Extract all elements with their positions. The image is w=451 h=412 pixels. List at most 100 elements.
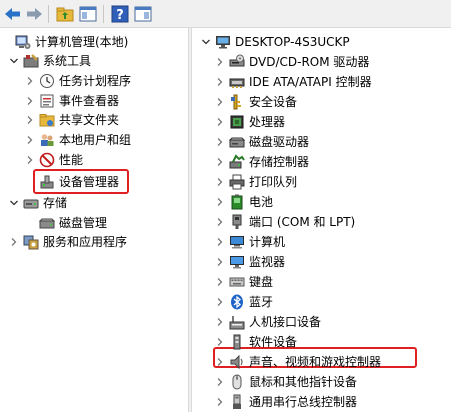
forward-button[interactable] bbox=[24, 4, 44, 24]
security-device-icon bbox=[229, 94, 245, 110]
expander-toggle[interactable] bbox=[214, 252, 226, 272]
expander-toggle[interactable] bbox=[214, 392, 226, 412]
expander-toggle[interactable] bbox=[200, 32, 212, 52]
expander-toggle[interactable] bbox=[24, 91, 36, 111]
right-tree-item[interactable]: 声音、视频和游戏控制器 bbox=[214, 352, 381, 372]
left-tree-item[interactable]: 服务和应用程序 bbox=[8, 232, 127, 252]
expander-toggle[interactable] bbox=[214, 172, 226, 192]
right-tree-item[interactable]: 端口 (COM 和 LPT) bbox=[214, 212, 355, 232]
right-tree-item[interactable]: 软件设备 bbox=[214, 332, 297, 352]
tree-item-label: 通用串行总线控制器 bbox=[249, 395, 358, 409]
expander-toggle[interactable] bbox=[214, 72, 226, 92]
right-tree-item[interactable]: 电池 bbox=[214, 192, 273, 212]
up-folder-button[interactable] bbox=[55, 4, 75, 24]
chevron-right-icon bbox=[217, 238, 223, 246]
expander-toggle[interactable] bbox=[24, 71, 36, 91]
console-tree-icon bbox=[79, 6, 97, 22]
expander-toggle[interactable] bbox=[214, 332, 226, 352]
right-tree-item[interactable]: 监视器 bbox=[214, 252, 285, 272]
left-tree-item[interactable]: 存储 bbox=[8, 193, 67, 213]
bluetooth-icon bbox=[229, 294, 245, 310]
expander-toggle[interactable] bbox=[8, 193, 20, 213]
expander-toggle[interactable] bbox=[214, 352, 226, 372]
right-tree-item[interactable]: DVD/CD-ROM 驱动器 bbox=[214, 52, 369, 72]
left-tree-item[interactable]: 系统工具 bbox=[8, 51, 91, 71]
expander-toggle[interactable] bbox=[214, 372, 226, 392]
show-hide-action-pane-button[interactable] bbox=[133, 4, 153, 24]
back-button[interactable] bbox=[3, 4, 23, 24]
tree-item-label: 存储 bbox=[43, 196, 68, 210]
storage-controller-icon bbox=[229, 154, 245, 170]
back-arrow-icon bbox=[5, 8, 20, 20]
chevron-right-icon bbox=[217, 118, 223, 126]
tree-item-label: 服务和应用程序 bbox=[43, 235, 128, 249]
chevron-right-icon bbox=[217, 338, 223, 346]
battery-icon bbox=[229, 194, 245, 210]
right-tree-item[interactable]: 通用串行总线控制器 bbox=[214, 392, 357, 412]
chevron-right-icon bbox=[217, 278, 223, 286]
expander-toggle[interactable] bbox=[214, 192, 226, 212]
expander-toggle[interactable] bbox=[214, 232, 226, 252]
expander-toggle[interactable] bbox=[214, 312, 226, 332]
right-tree-item[interactable]: 安全设备 bbox=[214, 92, 297, 112]
expander-toggle[interactable] bbox=[214, 92, 226, 112]
chevron-right-icon bbox=[217, 178, 223, 186]
chevron-right-icon bbox=[27, 136, 33, 144]
right-tree-item[interactable]: IDE ATA/ATAPI 控制器 bbox=[214, 72, 372, 92]
device-tree-pane[interactable]: DESKTOP-4S3UCKP DVD/CD-ROM 驱动器 IDE ATA/ATA… bbox=[192, 28, 451, 412]
expander-toggle[interactable] bbox=[214, 272, 226, 292]
left-tree-item[interactable]: 磁盘管理 bbox=[24, 213, 107, 233]
right-tree-item[interactable]: 存储控制器 bbox=[214, 152, 309, 172]
tree-item-label: 设备管理器 bbox=[59, 175, 120, 189]
chevron-right-icon bbox=[217, 78, 223, 86]
chevron-right-icon bbox=[217, 378, 223, 386]
desktop-computer-icon bbox=[215, 34, 231, 50]
right-tree-item[interactable]: 打印队列 bbox=[214, 172, 297, 192]
expander-toggle[interactable] bbox=[214, 52, 226, 72]
right-tree-item[interactable]: 计算机 bbox=[214, 232, 285, 252]
left-tree-item[interactable]: 任务计划程序 bbox=[24, 71, 131, 91]
users-groups-icon bbox=[39, 132, 55, 148]
right-tree-item[interactable]: 处理器 bbox=[214, 112, 285, 132]
left-tree-item[interactable]: 共享文件夹 bbox=[24, 110, 119, 130]
printer-icon bbox=[229, 174, 245, 190]
right-tree-item[interactable]: 鼠标和其他指针设备 bbox=[214, 372, 357, 392]
left-tree-item[interactable]: 性能 bbox=[24, 150, 83, 170]
chevron-right-icon bbox=[217, 398, 223, 406]
expander-toggle[interactable] bbox=[214, 112, 226, 132]
left-tree-item[interactable]: 事件查看器 bbox=[24, 91, 119, 111]
disk-management-icon bbox=[39, 215, 55, 231]
chevron-right-icon bbox=[217, 218, 223, 226]
left-tree-item[interactable]: 本地用户和组 bbox=[24, 130, 131, 150]
expander-toggle[interactable] bbox=[8, 232, 20, 252]
chevron-down-icon bbox=[202, 39, 210, 45]
right-tree-item[interactable]: 键盘 bbox=[214, 272, 273, 292]
expander-toggle[interactable] bbox=[214, 132, 226, 152]
right-tree-item[interactable]: 人机接口设备 bbox=[214, 312, 321, 332]
console-tree-pane[interactable]: 计算机管理(本地) 系统工具 任务计划程序事件查看器共享文件夹本地用户和组性能设备管… bbox=[0, 28, 188, 412]
tree-item-label: 计算机 bbox=[249, 235, 286, 249]
expander-toggle[interactable] bbox=[214, 152, 226, 172]
left-tree-item[interactable]: 设备管理器 bbox=[24, 172, 119, 192]
help-button[interactable]: ? bbox=[110, 4, 130, 24]
tree-item-label: 本地用户和组 bbox=[59, 133, 132, 147]
toolbar: ? bbox=[0, 0, 451, 28]
show-hide-console-tree-button[interactable] bbox=[78, 4, 98, 24]
tree-item-label: DESKTOP-4S3UCKP bbox=[235, 35, 350, 49]
computer-icon bbox=[229, 234, 245, 250]
right-tree-item[interactable]: 蓝牙 bbox=[214, 292, 273, 312]
expander-toggle[interactable] bbox=[24, 110, 36, 130]
expander-toggle[interactable] bbox=[24, 150, 36, 170]
expander-toggle[interactable] bbox=[214, 292, 226, 312]
left-tree-item[interactable]: 计算机管理(本地) bbox=[0, 32, 128, 52]
expander-toggle[interactable] bbox=[214, 212, 226, 232]
ide-controller-icon bbox=[229, 74, 245, 90]
tree-item-label: 鼠标和其他指针设备 bbox=[249, 375, 358, 389]
right-tree-item[interactable]: DESKTOP-4S3UCKP bbox=[200, 32, 350, 52]
right-tree-item[interactable]: 磁盘驱动器 bbox=[214, 132, 309, 152]
expander-toggle[interactable] bbox=[8, 51, 20, 71]
tree-item-label: 事件查看器 bbox=[59, 94, 120, 108]
folder-up-icon bbox=[56, 7, 74, 22]
expander-toggle[interactable] bbox=[24, 130, 36, 150]
